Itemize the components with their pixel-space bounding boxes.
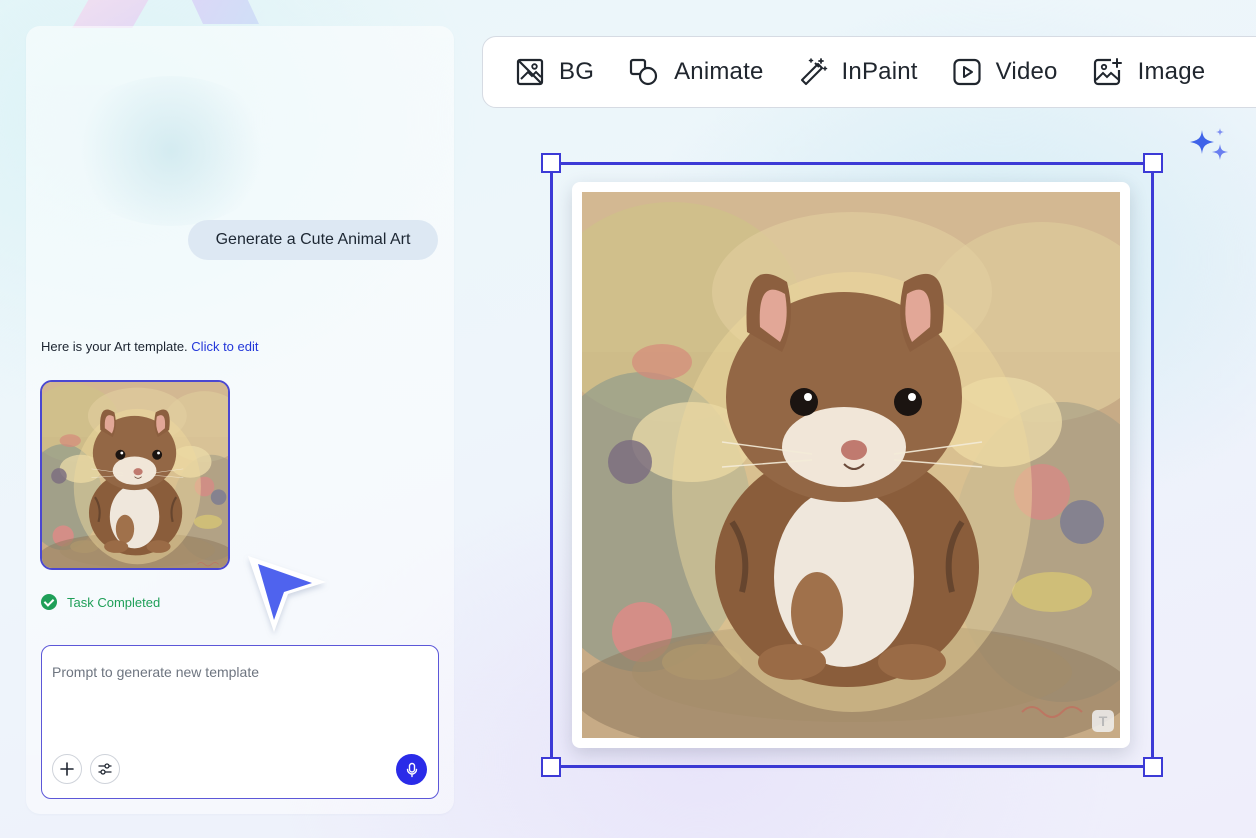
editing-toolbar: BG Animate InPaint Video Image xyxy=(482,36,1256,108)
resize-handle-top-left[interactable] xyxy=(541,153,561,173)
sliders-icon xyxy=(98,763,112,775)
tool-bg[interactable]: BG xyxy=(515,57,594,87)
decorative-crystal xyxy=(189,0,259,24)
resize-handle-bottom-left[interactable] xyxy=(541,757,561,777)
art-thumbnail[interactable] xyxy=(40,380,230,570)
tool-image[interactable]: Image xyxy=(1092,57,1206,87)
microphone-button[interactable] xyxy=(396,754,427,785)
settings-button[interactable] xyxy=(90,754,120,784)
resize-handle-top-right[interactable] xyxy=(1143,153,1163,173)
task-status: Task Completed xyxy=(41,594,160,610)
image-add-icon xyxy=(1093,58,1122,86)
click-to-edit-link[interactable]: Click to edit xyxy=(191,339,258,354)
watermark-badge: T xyxy=(1092,710,1114,732)
tool-video-label: Video xyxy=(995,58,1058,85)
pointer-cursor-icon xyxy=(248,556,326,632)
tool-video[interactable]: Video xyxy=(952,57,1058,87)
tool-image-label: Image xyxy=(1137,58,1206,85)
ai-sparkle-icon xyxy=(1190,128,1228,160)
microphone-icon xyxy=(406,762,417,777)
chat-panel: Generate a Cute Animal Art Here is your … xyxy=(26,26,454,814)
animate-icon xyxy=(629,58,658,86)
prompt-input[interactable] xyxy=(52,664,422,680)
tool-inpaint-label: InPaint xyxy=(841,58,918,85)
tool-animate[interactable]: Animate xyxy=(628,57,763,87)
tool-animate-label: Animate xyxy=(674,58,764,85)
user-message-bubble: Generate a Cute Animal Art xyxy=(188,220,438,260)
art-card[interactable]: T xyxy=(572,182,1130,748)
prompt-box xyxy=(41,645,439,799)
user-message-text: Generate a Cute Animal Art xyxy=(215,231,411,248)
resize-handle-bottom-right[interactable] xyxy=(1143,757,1163,777)
background-blur xyxy=(66,76,276,226)
assistant-message: Here is your Art template. Click to edit xyxy=(41,339,259,354)
decorative-crystal xyxy=(72,0,152,28)
remove-bg-icon xyxy=(516,58,544,86)
squirrel-painting: T xyxy=(582,192,1120,738)
tool-inpaint[interactable]: InPaint xyxy=(798,57,918,87)
assistant-message-text: Here is your Art template. xyxy=(41,339,188,354)
play-icon xyxy=(953,58,981,86)
plus-icon xyxy=(60,762,74,776)
add-button[interactable] xyxy=(52,754,82,784)
squirrel-thumbnail-image xyxy=(42,382,228,568)
task-status-text: Task Completed xyxy=(67,594,161,610)
tool-bg-label: BG xyxy=(559,58,595,85)
check-circle-icon xyxy=(41,594,57,610)
squirrel-painting-image xyxy=(582,192,1120,738)
magic-wand-icon xyxy=(800,58,827,86)
